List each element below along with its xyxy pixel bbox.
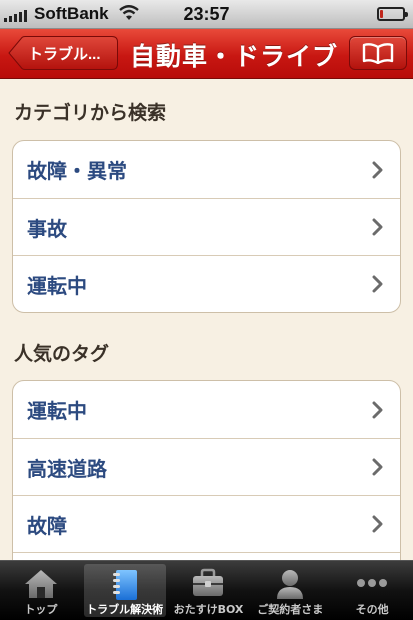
back-button[interactable]: トラブル...	[8, 36, 118, 70]
section-header-popular-tags: 人気のタグ	[14, 343, 110, 365]
list-item-label: 事故	[27, 216, 67, 241]
list-item-label: 故障・異常	[27, 159, 127, 183]
home-icon	[24, 570, 57, 598]
tab-label: トラブル解決術	[86, 603, 164, 616]
toolbox-icon	[193, 568, 224, 596]
list-item[interactable]: 事故	[13, 198, 400, 255]
tab-top[interactable]: トップ	[0, 561, 82, 620]
page-title: 自動車・ドライブ	[129, 42, 338, 71]
list-item-label: 故障	[27, 513, 67, 538]
content-area[interactable]: カテゴリから検索 故障・異常 事故 運転中 人気のタグ 運転中 高速道路 故障	[0, 80, 413, 560]
tab-bar: トップ トラブル解決術 おたすけBOX ご契約者さま その他	[0, 560, 413, 620]
battery-level	[380, 10, 383, 18]
more-icon	[357, 579, 388, 587]
category-list: 故障・異常 事故 運転中	[12, 140, 401, 313]
status-time: 23:57	[183, 4, 230, 24]
list-item[interactable]: 運転中	[13, 255, 400, 312]
tab-trouble-solutions[interactable]: トラブル解決術	[83, 564, 166, 617]
section-header-category: カテゴリから検索	[14, 102, 167, 124]
list-item[interactable]: 故障・異常	[13, 141, 400, 198]
person-icon	[277, 570, 304, 599]
tag-list: 運転中 高速道路 故障	[12, 380, 401, 560]
tab-label: その他	[355, 603, 389, 616]
chevron-right-icon	[372, 275, 383, 293]
book-button[interactable]	[349, 36, 407, 70]
notebook-icon	[112, 570, 137, 600]
battery-icon	[377, 7, 408, 21]
navigation-bar: トラブル... 自動車・ドライブ	[0, 29, 413, 79]
chevron-right-icon	[372, 218, 383, 236]
list-item-label: 運転中	[27, 273, 87, 298]
status-bar: SoftBank 23:57	[0, 0, 413, 29]
chevron-right-icon	[372, 458, 383, 476]
book-icon	[362, 43, 394, 64]
list-item[interactable]	[13, 552, 400, 560]
chevron-right-icon	[372, 515, 383, 533]
list-item-label: 運転中	[27, 399, 87, 423]
chevron-right-icon	[372, 161, 383, 178]
chevron-right-icon	[372, 401, 383, 418]
tab-label: トップ	[24, 603, 58, 616]
tab-help-box[interactable]: おたすけBOX	[168, 561, 250, 620]
tab-label: ご契約者さま	[257, 603, 324, 616]
list-item-label: 高速道路	[27, 456, 107, 481]
tab-other[interactable]: その他	[331, 561, 413, 620]
back-button-label: トラブル...	[28, 45, 101, 63]
list-item[interactable]: 故障	[13, 495, 400, 552]
list-item[interactable]: 高速道路	[13, 438, 400, 495]
tab-policyholder[interactable]: ご契約者さま	[249, 561, 331, 620]
tab-label: おたすけBOX	[173, 603, 244, 616]
list-item[interactable]: 運転中	[13, 381, 400, 438]
